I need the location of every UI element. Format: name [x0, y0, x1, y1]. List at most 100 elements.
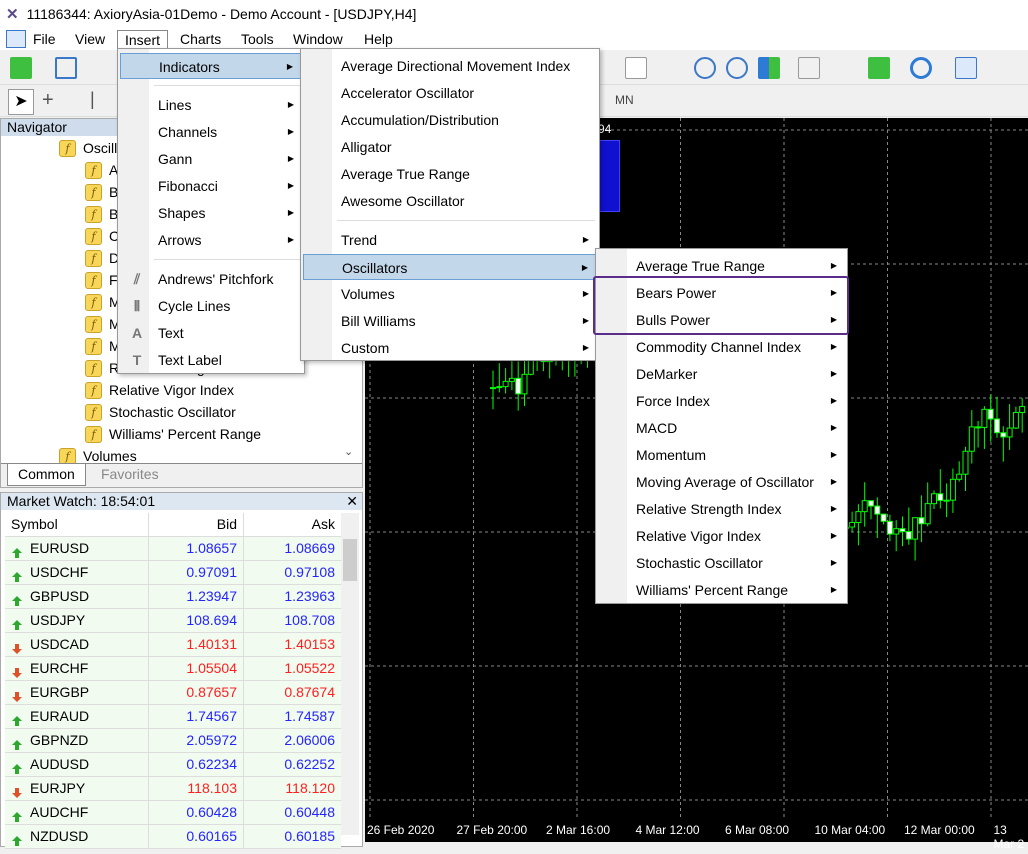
indicators-menu-item[interactable]: Oscillators▶ — [303, 254, 597, 280]
table-row[interactable]: USDCHF0.970910.97108 — [5, 561, 341, 585]
menu-insert[interactable]: Insert — [117, 30, 168, 50]
insert-menu-item[interactable]: Fibonacci▶ — [120, 173, 302, 199]
submenu-arrow-icon: ▶ — [288, 146, 294, 172]
table-row[interactable]: GBPNZD2.059722.06006 — [5, 729, 341, 753]
insert-menu-item[interactable]: TextA — [120, 320, 302, 346]
symbol-cell: AUDUSD — [5, 753, 149, 776]
table-row[interactable]: EURJPY118.103118.120 — [5, 777, 341, 801]
symbol-cell: AUDCHF — [5, 801, 149, 824]
table-row[interactable]: AUDUSD0.622340.62252 — [5, 753, 341, 777]
table-row[interactable]: EURGBP0.876570.87674 — [5, 681, 341, 705]
zoom-out-icon[interactable] — [726, 57, 748, 79]
insert-menu-item[interactable]: Shapes▶ — [120, 200, 302, 226]
insert-menu-item[interactable]: Text LabelT — [120, 347, 302, 373]
candlestick-chart-icon[interactable] — [625, 57, 647, 79]
menu-view[interactable]: View — [68, 30, 112, 50]
arrow-up-icon — [11, 735, 23, 747]
col-ask[interactable]: Ask — [244, 513, 341, 536]
menu-tools[interactable]: Tools — [234, 30, 281, 50]
oscillators-menu-item[interactable]: DeMarker▶ — [598, 361, 845, 387]
tab-common[interactable]: Common — [7, 464, 86, 486]
menu-window[interactable]: Window — [286, 30, 350, 50]
tile-windows-icon[interactable] — [758, 57, 780, 79]
candle-body — [919, 518, 924, 524]
table-row[interactable]: EURUSD1.086571.08669 — [5, 537, 341, 561]
oscillators-menu-item[interactable]: Commodity Channel Index▶ — [598, 334, 845, 360]
submenu-arrow-icon: ▶ — [831, 415, 837, 441]
table-row[interactable]: USDCAD1.401311.40153 — [5, 633, 341, 657]
symbol: NZDUSD — [30, 825, 88, 848]
table-row[interactable]: EURAUD1.745671.74587 — [5, 705, 341, 729]
indicators-menu-item[interactable]: Custom▶ — [303, 335, 597, 361]
profiles-icon[interactable] — [55, 57, 77, 79]
indicators-menu-item[interactable]: Volumes▶ — [303, 281, 597, 307]
oscillators-menu-item[interactable]: MACD▶ — [598, 415, 845, 441]
insert-menu-item[interactable]: Indicators▶ — [120, 53, 302, 79]
table-row[interactable]: EURCHF1.055041.05522 — [5, 657, 341, 681]
indicators-menu-item[interactable]: Awesome Oscillator — [303, 188, 597, 214]
indicators-list-icon[interactable] — [868, 57, 890, 79]
table-row[interactable]: NZDUSD0.601650.60185 — [5, 825, 341, 849]
indicators-menu-item[interactable]: Average Directional Movement Index — [303, 53, 597, 79]
indicators-menu-item[interactable]: Bill Williams▶ — [303, 308, 597, 334]
arrow-down-icon — [11, 783, 23, 795]
bid-cell: 1.40131 — [149, 633, 244, 656]
table-row[interactable]: AUDCHF0.604280.60448 — [5, 801, 341, 825]
line-chart-icon[interactable] — [658, 57, 680, 79]
indicators-menu-item[interactable]: Accumulation/Distribution — [303, 107, 597, 133]
table-row[interactable]: USDJPY108.694108.708 — [5, 609, 341, 633]
oscillators-menu-item[interactable]: Moving Average of Oscillator▶ — [598, 469, 845, 495]
tree-item[interactable]: fWilliams' Percent Range — [85, 423, 261, 445]
templates-icon[interactable] — [955, 57, 977, 79]
insert-menu-item[interactable]: Arrows▶ — [120, 227, 302, 253]
col-symbol[interactable]: Symbol — [5, 513, 149, 536]
oscillators-menu-item[interactable]: Stochastic Oscillator▶ — [598, 550, 845, 576]
col-bid[interactable]: Bid — [149, 513, 244, 536]
timeframe-mn[interactable]: MN — [615, 93, 634, 107]
bid-cell: 118.103 — [149, 777, 244, 800]
insert-menu-item[interactable]: Cycle Lines⦀ — [120, 293, 302, 319]
submenu-arrow-icon: ▶ — [288, 200, 294, 226]
menu-help[interactable]: Help — [357, 30, 400, 50]
time-label: 10 Mar 04:00 — [815, 823, 886, 837]
insert-menu-item[interactable]: Gann▶ — [120, 146, 302, 172]
bid-cell: 1.08657 — [149, 537, 244, 560]
cursor-icon[interactable]: ➤ — [8, 89, 34, 115]
symbol: EURUSD — [30, 537, 89, 560]
zoom-in-icon[interactable] — [694, 57, 716, 79]
indicators-menu-item[interactable]: Accelerator Oscillator — [303, 80, 597, 106]
close-icon[interactable]: ✕ — [346, 493, 358, 510]
menu-charts[interactable]: Charts — [173, 30, 228, 50]
menu-item-label: Relative Vigor Index — [636, 528, 761, 544]
indicators-menu-item[interactable]: Trend▶ — [303, 227, 597, 253]
chart-window-icon[interactable] — [6, 30, 26, 48]
crosshair-icon[interactable]: + — [42, 89, 54, 112]
ask-cell: 108.708 — [244, 609, 341, 632]
scroll-down-icon[interactable]: ⌄ — [344, 445, 353, 458]
tree-item[interactable]: fRelative Vigor Index — [85, 379, 234, 401]
autoscroll-icon[interactable] — [798, 57, 820, 79]
vertical-line-icon[interactable]: | — [90, 89, 95, 110]
oscillators-menu-item[interactable]: Force Index▶ — [598, 388, 845, 414]
oscillators-menu-item[interactable]: Relative Vigor Index▶ — [598, 523, 845, 549]
symbol-cell: USDJPY — [5, 609, 149, 632]
market-watch-scrollbar[interactable] — [341, 513, 359, 835]
table-row[interactable]: GBPUSD1.239471.23963 — [5, 585, 341, 609]
tab-favorites[interactable]: Favorites — [91, 464, 169, 486]
oscillators-menu-item[interactable]: Relative Strength Index▶ — [598, 496, 845, 522]
one-click-trading-panel[interactable] — [598, 140, 620, 212]
insert-menu-item[interactable]: Lines▶ — [120, 92, 302, 118]
menu-file[interactable]: File — [26, 30, 63, 50]
insert-menu-item[interactable]: Andrews' Pitchfork⫽ — [120, 266, 302, 292]
new-chart-icon[interactable] — [10, 57, 32, 79]
periods-clock-icon[interactable] — [910, 57, 932, 79]
insert-menu-item[interactable]: Channels▶ — [120, 119, 302, 145]
oscillators-menu-item[interactable]: Williams' Percent Range▶ — [598, 577, 845, 603]
tree-item[interactable]: fStochastic Oscillator — [85, 401, 236, 423]
menu-separator — [154, 85, 300, 86]
candle-body — [950, 479, 955, 500]
indicators-menu-item[interactable]: Alligator — [303, 134, 597, 160]
indicators-menu-item[interactable]: Average True Range — [303, 161, 597, 187]
chart-shift-icon[interactable] — [830, 57, 852, 79]
oscillators-menu-item[interactable]: Momentum▶ — [598, 442, 845, 468]
